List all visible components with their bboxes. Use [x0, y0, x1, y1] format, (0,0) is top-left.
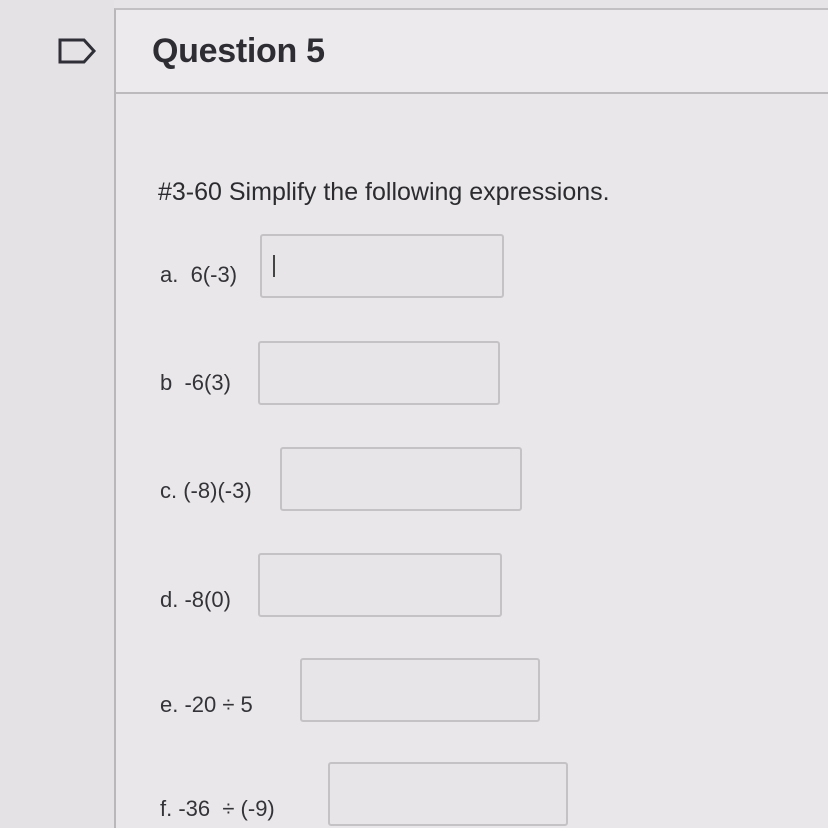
text-cursor [273, 255, 275, 277]
question-title: Question 5 [152, 32, 325, 70]
item-a-label: a. 6(-3) [160, 262, 238, 287]
item-a-answer-input[interactable] [260, 234, 504, 298]
item-d-label: d. -8(0) [160, 587, 231, 612]
item-e-label: e. -20 ÷ 5 [160, 692, 253, 717]
item-c-answer-input[interactable] [280, 447, 522, 511]
question-instructions: #3-60 Simplify the following expressions… [158, 178, 610, 206]
flag-icon[interactable] [56, 36, 100, 66]
question-panel: Question 5 #3-60 Simplify the following … [114, 8, 828, 828]
item-f-label: f. -36 ÷ (-9) [160, 796, 275, 821]
question-header: Question 5 [116, 10, 828, 94]
left-rail [0, 0, 114, 828]
item-e-answer-input[interactable] [300, 658, 540, 722]
item-d-answer-input[interactable] [258, 553, 502, 617]
item-c-label: c. (-8)(-3) [160, 478, 252, 503]
screen: Question 5 #3-60 Simplify the following … [0, 0, 828, 828]
item-b-label: b -6(3) [160, 370, 231, 395]
item-f-answer-input[interactable] [328, 762, 568, 826]
item-b-answer-input[interactable] [258, 341, 500, 405]
